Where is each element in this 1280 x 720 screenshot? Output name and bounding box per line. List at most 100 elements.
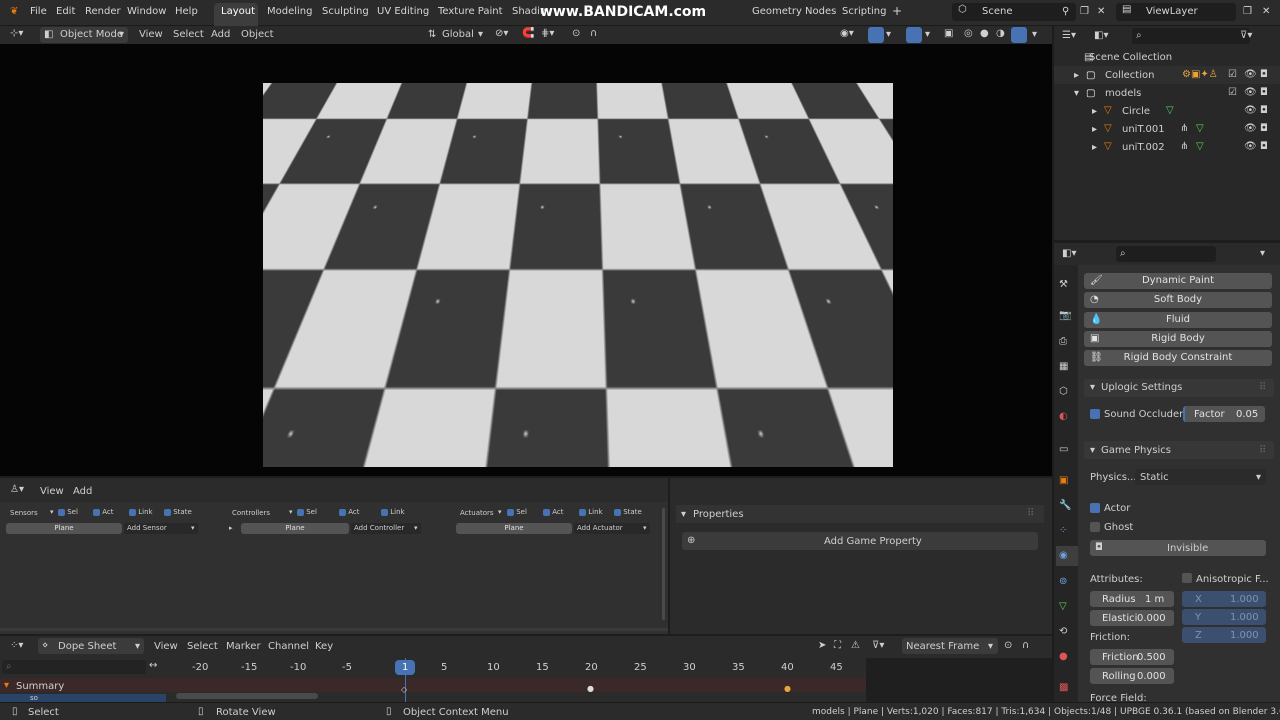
eye-icon[interactable]: 👁 <box>1244 87 1257 98</box>
rendered-toggle[interactable] <box>1011 27 1027 43</box>
menu-window[interactable]: Window <box>127 6 166 17</box>
errors-icon[interactable]: ⚠ <box>851 640 860 651</box>
chevron-right-icon[interactable]: ▸ <box>229 524 233 532</box>
actuators-state[interactable]: State <box>614 508 642 516</box>
scene-tab-icon[interactable]: ⬡ <box>1059 386 1068 397</box>
scrollbar[interactable] <box>662 508 665 620</box>
actor-checkbox[interactable] <box>1090 503 1100 514</box>
menu-add[interactable]: Add <box>211 29 230 40</box>
falloff-icon[interactable]: ∩ <box>590 28 597 39</box>
chevron-down-icon[interactable]: ▾ <box>4 680 9 691</box>
new-scene-icon[interactable]: ❐ <box>1080 6 1089 17</box>
chevron-down-icon[interactable]: ▾ <box>50 508 54 516</box>
outliner-item-circle[interactable]: Circle <box>1122 106 1150 117</box>
proportional-icon[interactable]: ⊙ <box>1004 640 1012 651</box>
chevron-right-icon[interactable]: ▸ <box>1092 124 1097 135</box>
outliner-item-scene-collection[interactable]: Scene Collection <box>1089 52 1172 63</box>
camera-icon[interactable]: ◘ <box>1260 69 1268 80</box>
menu-channel[interactable]: Channel <box>268 641 309 652</box>
menu-view[interactable]: View <box>139 29 163 40</box>
editor-type-icon[interactable]: ⊹▾ <box>10 28 23 39</box>
camera-icon[interactable]: ◘ <box>1260 123 1268 134</box>
overlay-toggle[interactable] <box>906 27 922 43</box>
render-tab-icon[interactable]: 📷 <box>1059 310 1071 321</box>
display-mode-icon[interactable]: ◧▾ <box>1094 30 1108 41</box>
xray-icon[interactable]: ▣ <box>944 28 953 39</box>
actuators-link[interactable]: Link <box>579 508 603 516</box>
sensors-sel[interactable]: Sel <box>58 508 78 516</box>
constraints-tab-icon[interactable]: ⊚ <box>1059 576 1067 587</box>
menu-view[interactable]: View <box>40 486 64 497</box>
chevron-right-icon[interactable]: ▸ <box>1092 142 1097 153</box>
particles-tab-icon[interactable]: ⁘ <box>1059 525 1067 536</box>
controllers-label[interactable]: Controllers <box>232 509 270 517</box>
menu-help[interactable]: Help <box>175 6 198 17</box>
tab-texture-paint[interactable]: Texture Paint <box>438 6 503 17</box>
menu-select[interactable]: Select <box>173 29 204 40</box>
properties-search-input[interactable] <box>1116 246 1216 262</box>
keyframe-marker[interactable]: ● <box>784 684 791 693</box>
blender-logo-icon[interactable]: ❦ <box>10 6 18 17</box>
game-scene[interactable]: + + + + + + + + <box>263 83 893 467</box>
object-tab-icon[interactable]: ▣ <box>1059 475 1068 486</box>
tab-uv-editing[interactable]: UV Editing <box>377 6 429 17</box>
3d-viewport[interactable]: + + + + + + + + <box>0 44 1052 476</box>
drag-handle-icon[interactable]: ⠿ <box>1259 445 1266 456</box>
checkbox-icon[interactable]: ☑ <box>1228 69 1237 80</box>
physics-tab-icon[interactable]: ◉ <box>1059 550 1068 561</box>
dynamic-paint-button[interactable]: 🖌 Dynamic Paint <box>1084 273 1272 289</box>
tab-scripting[interactable]: Scripting <box>842 6 886 17</box>
gizmo-toggle[interactable] <box>868 27 884 43</box>
editor-type-icon[interactable]: ♙▾ <box>10 484 24 495</box>
eye-icon[interactable]: 👁 <box>1244 141 1257 152</box>
summary-row[interactable] <box>0 678 866 692</box>
chevron-down-icon[interactable]: ▾ <box>1074 88 1079 99</box>
outliner-item-models[interactable]: models <box>1105 88 1141 99</box>
remove-scene-icon[interactable]: ✕ <box>1097 6 1105 17</box>
checkbox-icon[interactable]: ☑ <box>1228 87 1237 98</box>
menu-add[interactable]: Add <box>73 486 92 497</box>
filter-icon[interactable]: ⊽▾ <box>872 640 884 651</box>
data-tab-icon[interactable]: ▽ <box>1059 601 1067 612</box>
actuators-label[interactable]: Actuators <box>460 509 494 517</box>
hscrollbar[interactable] <box>176 693 318 699</box>
scene-selector[interactable] <box>952 3 1076 21</box>
controllers-sel[interactable]: Sel <box>297 508 317 516</box>
output-tab-icon[interactable]: ⎙ <box>1059 336 1067 347</box>
snap-target-icon[interactable]: ⋕▾ <box>541 28 554 39</box>
material-tab-icon[interactable]: ● <box>1059 651 1068 662</box>
action-row[interactable] <box>0 694 166 702</box>
rigid-body-constraint-button[interactable]: ⛓ Rigid Body Constraint <box>1084 350 1272 366</box>
actuators-object-button[interactable]: Plane <box>456 523 572 534</box>
visibility-icon[interactable]: ◉▾ <box>840 28 854 39</box>
sensors-label[interactable]: Sensors <box>10 509 38 517</box>
tab-modeling[interactable]: Modeling <box>267 6 313 17</box>
chevron-down-icon[interactable]: ▾ <box>1090 382 1095 393</box>
eye-icon[interactable]: 👁 <box>1244 69 1257 80</box>
chevron-down-icon[interactable]: ▾ <box>681 509 686 520</box>
chevron-right-icon[interactable]: ▸ <box>1074 70 1079 81</box>
show-hidden-icon[interactable]: ⛶ <box>834 640 841 651</box>
proportional-icon[interactable]: ⊙ <box>572 28 580 39</box>
drag-handle-icon[interactable]: ⠿ <box>1027 508 1034 519</box>
menu-view[interactable]: View <box>154 641 178 652</box>
keyframe-marker[interactable]: ● <box>587 684 594 693</box>
tab-geometry-nodes[interactable]: Geometry Nodes <box>752 6 836 17</box>
hscrollbar[interactable] <box>0 628 668 631</box>
outliner-item-unit-001[interactable]: uniT.001 <box>1122 124 1165 135</box>
anisotropic-checkbox[interactable] <box>1182 573 1192 584</box>
channel-search-input[interactable] <box>2 660 146 674</box>
tool-tab-icon[interactable]: ⚒ <box>1059 279 1068 290</box>
fluid-button[interactable]: 💧 Fluid <box>1084 312 1272 328</box>
chevron-right-icon[interactable]: ▸ <box>1092 106 1097 117</box>
drag-handle-icon[interactable]: ⠿ <box>1259 382 1266 393</box>
menu-key[interactable]: Key <box>315 641 333 652</box>
outliner-item-unit-002[interactable]: uniT.002 <box>1122 142 1165 153</box>
texture-tab-icon[interactable]: ▩ <box>1059 682 1068 693</box>
sensors-act[interactable]: Act <box>93 508 114 516</box>
logic-tab-icon[interactable]: ⟲ <box>1059 626 1067 637</box>
soft-body-button[interactable]: ◔ Soft Body <box>1084 292 1272 308</box>
add-workspace-icon[interactable]: + <box>892 4 902 18</box>
sensors-state[interactable]: State <box>164 508 192 516</box>
outliner-search-input[interactable] <box>1132 28 1250 44</box>
